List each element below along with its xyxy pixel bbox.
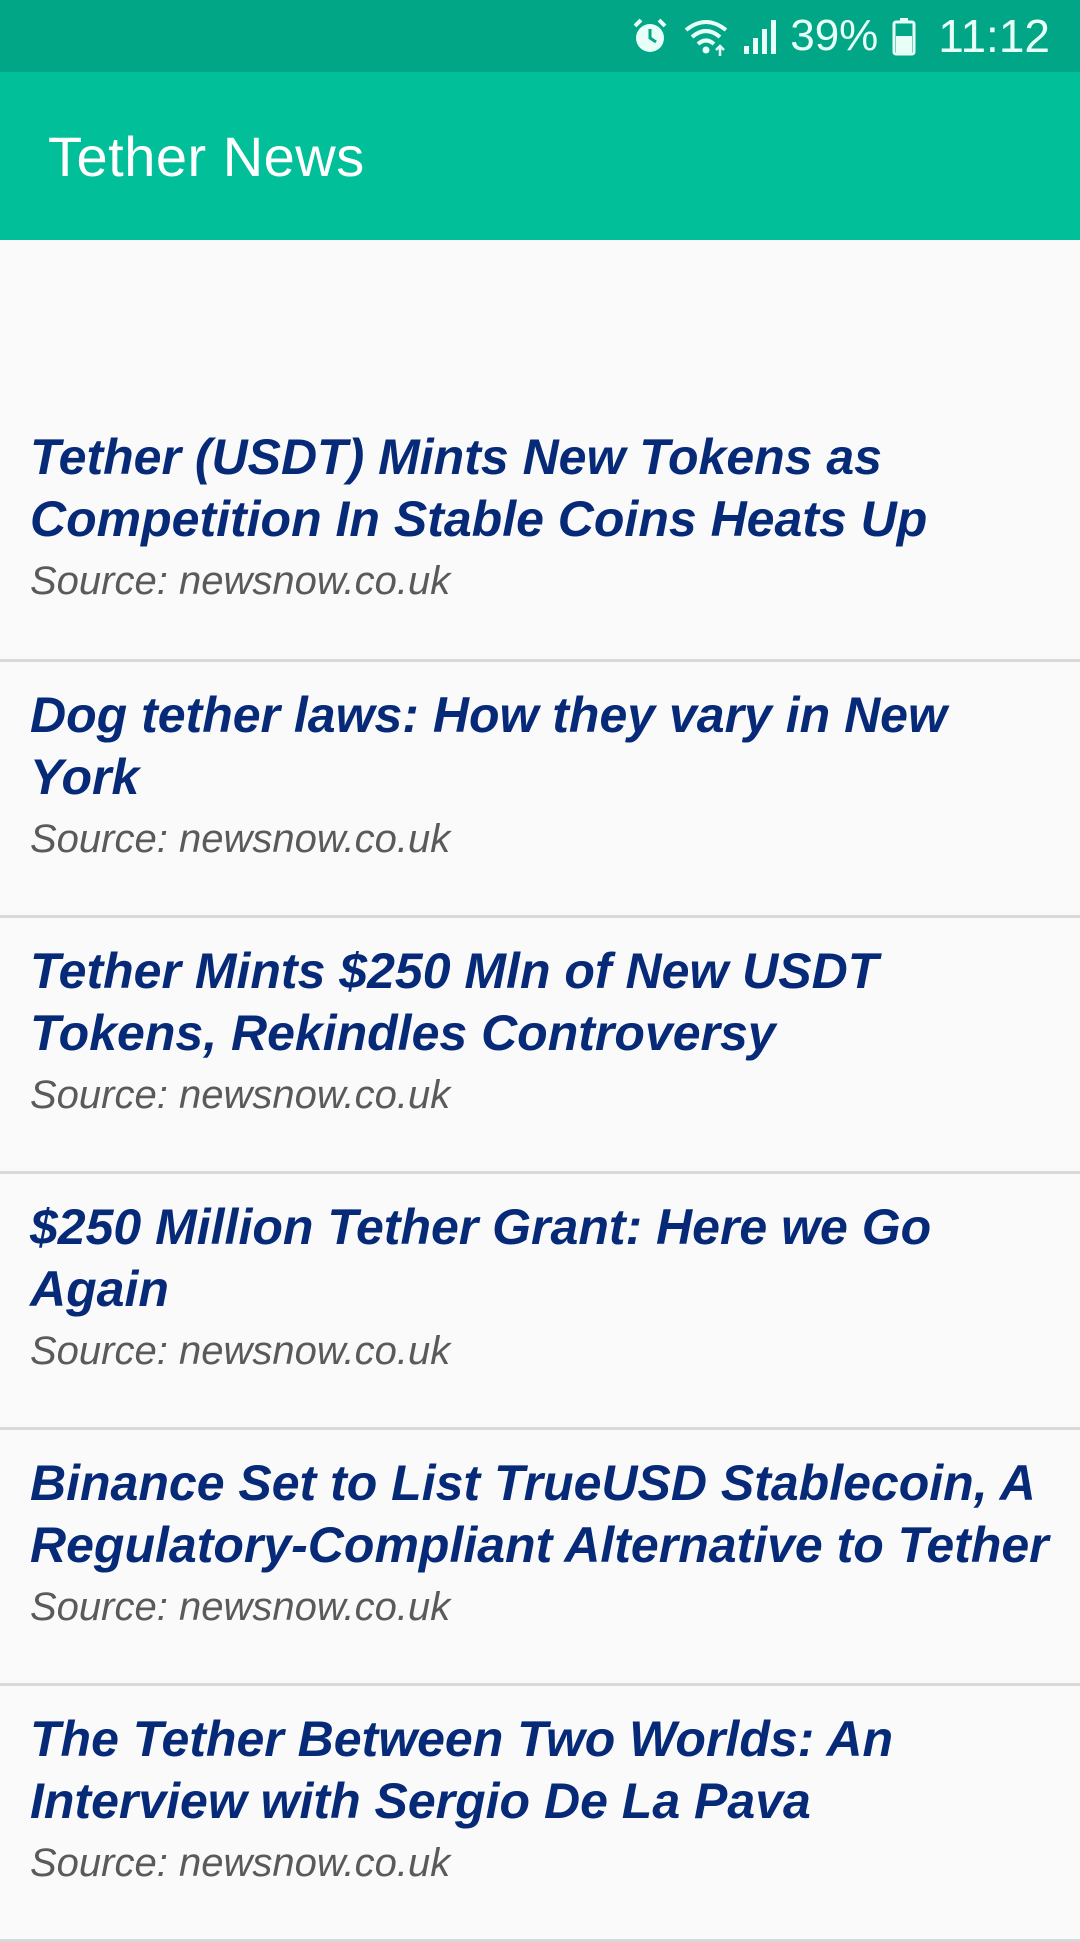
battery-percent: 39%: [790, 11, 879, 60]
news-source: Source: newsnow.co.uk: [30, 1841, 451, 1885]
news-title: The Tether Between Two Worlds: An Interv…: [30, 1711, 894, 1829]
wifi-icon: [682, 16, 730, 56]
status-bar: 39% 11:12: [0, 0, 1080, 72]
news-source: Source: newsnow.co.uk: [30, 1329, 451, 1373]
news-title: Tether (USDT) Mints New Tokens as Compet…: [30, 429, 928, 547]
news-item[interactable]: The Tether Between Two Worlds: An Interv…: [0, 1686, 1080, 1942]
status-time: 11:12: [938, 10, 1050, 62]
news-source: Source: newsnow.co.uk: [30, 817, 451, 861]
news-title: $250 Million Tether Grant: Here we Go Ag…: [30, 1199, 932, 1317]
news-item[interactable]: Binance Set to List TrueUSD Stablecoin, …: [0, 1430, 1080, 1686]
alarm-icon: [630, 16, 670, 56]
app-title: Tether News: [48, 124, 365, 188]
news-list: Tether (USDT) Mints New Tokens as Compet…: [0, 406, 1080, 1942]
news-title: Tether Mints $250 Mln of New USDT Tokens…: [30, 943, 879, 1061]
news-item[interactable]: $250 Million Tether Grant: Here we Go Ag…: [0, 1174, 1080, 1430]
app-bar: Tether News: [0, 72, 1080, 240]
battery-icon: [892, 16, 916, 56]
news-item[interactable]: Tether (USDT) Mints New Tokens as Compet…: [0, 406, 1080, 662]
news-item[interactable]: Dog tether laws: How they vary in New Yo…: [0, 662, 1080, 918]
news-source: Source: newsnow.co.uk: [30, 1585, 451, 1629]
news-item[interactable]: Tether Mints $250 Mln of New USDT Tokens…: [0, 918, 1080, 1174]
signal-icon: [742, 16, 778, 56]
news-source: Source: newsnow.co.uk: [30, 559, 451, 603]
news-source: Source: newsnow.co.uk: [30, 1073, 451, 1117]
news-title: Dog tether laws: How they vary in New Yo…: [30, 687, 947, 805]
news-title: Binance Set to List TrueUSD Stablecoin, …: [30, 1455, 1049, 1573]
